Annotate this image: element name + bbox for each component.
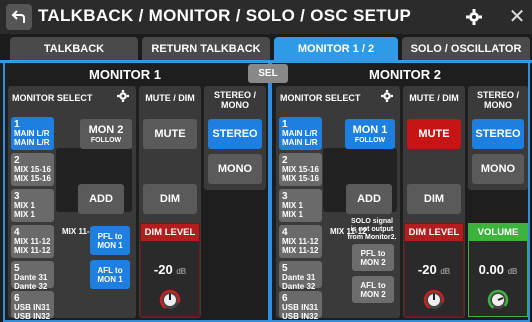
follow-bottom-label: FOLLOW xyxy=(90,136,122,144)
stereo-label-line1: STEREO / xyxy=(213,90,256,100)
monitor2-source-4[interactable]: 4 MIX 11-12 MIX 11-12 xyxy=(279,225,322,258)
source-line2: MIX 15-16 xyxy=(14,173,51,183)
follow-bottom-label: FOLLOW xyxy=(354,136,386,144)
tab-talkback[interactable]: TALKBACK xyxy=(10,37,138,61)
monitor2-source-1[interactable]: 1 MAIN L/R MAIN L/R xyxy=(279,117,322,150)
monitor1-dim-level-value: -20 dB xyxy=(141,262,199,277)
volume-value: 0.00 xyxy=(478,262,504,277)
settings-gear-icon[interactable] xyxy=(466,9,482,25)
level-unit: dB xyxy=(440,267,451,276)
back-arrow-icon xyxy=(11,10,25,23)
monitor1-dim-level-label: DIM LEVEL xyxy=(141,224,199,241)
monitor1-afl-button[interactable]: AFL to MON 1 xyxy=(90,260,130,289)
stereo-label-line2: MONO xyxy=(484,100,512,110)
page-title: TALKBACK / MONITOR / SOLO / OSC SETUP xyxy=(38,6,412,25)
source-line2: MIX 1 xyxy=(14,209,35,219)
note-line1: SOLO signal xyxy=(350,218,393,225)
note-line3: from Monitor2. xyxy=(347,234,397,241)
monitor2-stereo-button[interactable]: STEREO xyxy=(472,119,524,149)
monitor2-solo-note: SOLO signal is not output from Monitor2. xyxy=(345,218,399,242)
sel-button[interactable]: SEL xyxy=(248,64,288,83)
afl-top-label: AFL to xyxy=(360,280,386,290)
monitor1-mute-button[interactable]: MUTE xyxy=(143,119,197,149)
monitor1-pfl-button[interactable]: PFL to MON 1 xyxy=(90,226,130,255)
close-icon[interactable]: ✕ xyxy=(506,4,528,30)
afl-bottom-label: MON 1 xyxy=(97,274,123,284)
source-line2: MIX 11-12 xyxy=(282,245,319,255)
monitor1-dim-button[interactable]: DIM xyxy=(143,184,197,214)
monitor2-mute-button[interactable]: MUTE xyxy=(407,119,461,149)
monitor1-follow-button[interactable]: MON 2 FOLLOW xyxy=(80,119,132,149)
pfl-top-label: PFL to xyxy=(360,248,386,258)
monitor1-source-5[interactable]: 5 Dante 31 Dante 32 xyxy=(11,261,54,290)
monitor1-select-label: MONITOR SELECT xyxy=(12,93,93,103)
monitor2-stereo-mono-label: STEREO / MONO xyxy=(468,90,528,110)
monitor2-source-5[interactable]: 5 Dante 31 Dante 32 xyxy=(279,261,322,290)
monitor2-gear-icon[interactable] xyxy=(381,90,393,102)
monitor2-dim-button[interactable]: DIM xyxy=(407,184,461,214)
monitor1-source-3[interactable]: 3 MIX 1 MIX 1 xyxy=(11,189,54,222)
monitor2-volume-label: VOLUME xyxy=(469,224,527,241)
source-line2: MIX 15-16 xyxy=(282,173,319,183)
volume-unit: dB xyxy=(507,267,518,276)
monitor2-mono-button[interactable]: MONO xyxy=(472,154,524,184)
source-line2: Dante 32 xyxy=(14,281,48,291)
monitor1-source-6[interactable]: 6 USB IN31 USB IN32 xyxy=(11,291,54,320)
monitor2-select-label: MONITOR SELECT xyxy=(280,93,361,103)
note-line2: is not output xyxy=(350,226,394,233)
tab-monitor-1-2[interactable]: MONITOR 1 / 2 xyxy=(274,37,398,61)
monitor1-source-1[interactable]: 1 MAIN L/R MAIN L/R xyxy=(11,117,54,150)
stereo-label-line1: STEREO / xyxy=(476,90,519,100)
monitor2-pfl-button[interactable]: PFL to MON 2 xyxy=(352,244,394,271)
monitor1-add-button[interactable]: ADD xyxy=(78,184,124,214)
stereo-label-line2: MONO xyxy=(221,100,249,110)
source-line2: MIX 11-12 xyxy=(14,245,51,255)
monitor2-source-3[interactable]: 3 MIX 1 MIX 1 xyxy=(279,189,322,222)
source-line2: MIX 1 xyxy=(282,209,303,219)
source-line2: MAIN L/R xyxy=(14,137,50,147)
monitor2-dim-level-value: -20 dB xyxy=(405,262,463,277)
level-value: -20 xyxy=(153,262,173,277)
tab-return-talkback[interactable]: RETURN TALKBACK xyxy=(142,37,270,61)
monitor1-gear-icon[interactable] xyxy=(117,90,129,102)
monitor1-mute-dim-label: MUTE / DIM xyxy=(145,93,195,103)
monitor2-afl-button[interactable]: AFL to MON 2 xyxy=(352,276,394,303)
afl-bottom-label: MON 2 xyxy=(360,289,386,299)
monitor2-dim-level-label: DIM LEVEL xyxy=(405,224,463,241)
source-line2: Dante 32 xyxy=(282,281,316,291)
pfl-bottom-label: MON 2 xyxy=(360,257,386,267)
monitor1-stereo-button[interactable]: STEREO xyxy=(208,119,262,149)
source-line2: MAIN L/R xyxy=(282,137,318,147)
monitor1-header: MONITOR 1 xyxy=(89,67,161,82)
monitor2-volume-value: 0.00 dB xyxy=(469,262,527,277)
monitor1-source-2[interactable]: 2 MIX 15-16 MIX 15-16 xyxy=(11,153,54,186)
monitor1-source-4[interactable]: 4 MIX 11-12 MIX 11-12 xyxy=(11,225,54,258)
monitor2-dim-level-knob-icon[interactable] xyxy=(423,289,445,311)
back-button[interactable] xyxy=(6,4,32,30)
follow-top-label: MON 1 xyxy=(352,123,388,136)
afl-top-label: AFL to xyxy=(97,265,123,275)
monitor2-header: MONITOR 2 xyxy=(369,67,441,82)
monitor2-add-button[interactable]: ADD xyxy=(346,184,392,214)
source-line2: USB IN32 xyxy=(282,311,319,321)
level-value: -20 xyxy=(417,262,437,277)
pfl-top-label: PFL to xyxy=(97,231,123,241)
tab-solo-oscillator[interactable]: SOLO / OSCILLATOR xyxy=(402,37,530,61)
source-line2: USB IN32 xyxy=(14,311,51,321)
monitor1-mono-button[interactable]: MONO xyxy=(208,154,262,184)
level-unit: dB xyxy=(176,267,187,276)
monitor2-follow-button[interactable]: MON 1 FOLLOW xyxy=(345,119,395,149)
monitor2-mute-dim-label: MUTE / DIM xyxy=(409,93,459,103)
monitor2-source-2[interactable]: 2 MIX 15-16 MIX 15-16 xyxy=(279,153,322,186)
pfl-bottom-label: MON 1 xyxy=(97,240,123,250)
monitor1-dim-level-knob-icon[interactable] xyxy=(159,289,181,311)
monitor1-stereo-mono-label: STEREO / MONO xyxy=(204,90,266,110)
follow-top-label: MON 2 xyxy=(88,123,124,136)
monitor2-volume-knob-icon[interactable] xyxy=(487,289,509,311)
monitor2-source-6[interactable]: 6 USB IN31 USB IN32 xyxy=(279,291,322,320)
